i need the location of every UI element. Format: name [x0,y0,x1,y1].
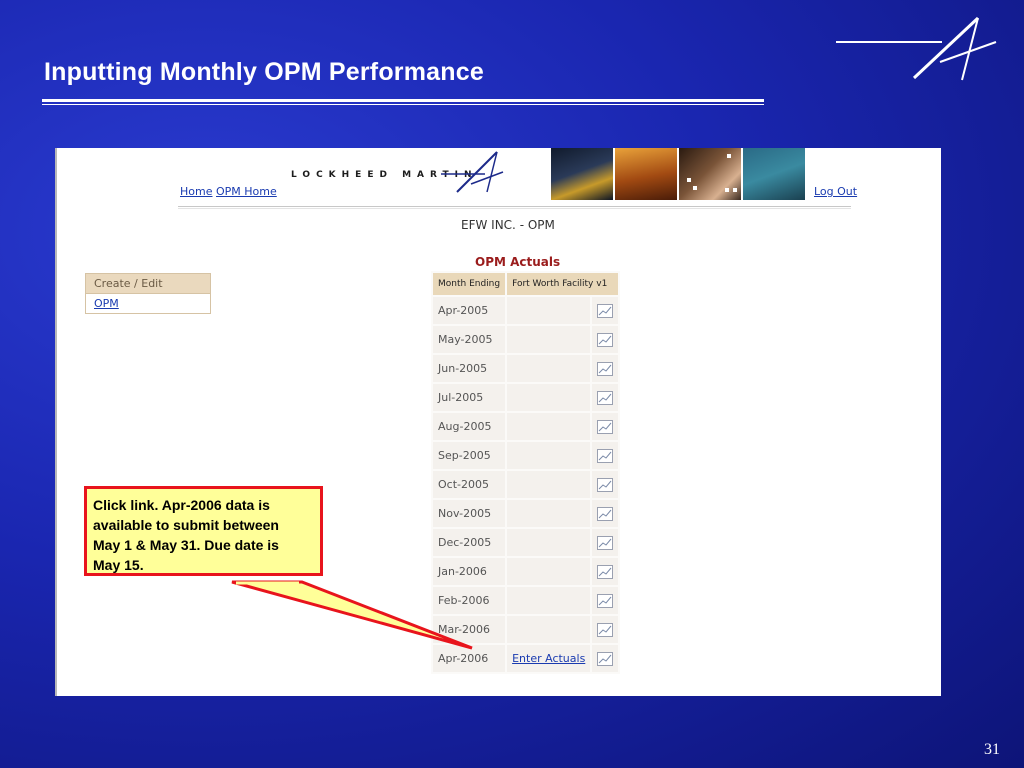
action-cell [507,297,591,324]
chart-icon[interactable] [597,477,614,492]
chart-cell [592,297,619,324]
month-cell: Aug-2005 [433,413,506,440]
chart-icon[interactable] [597,535,614,550]
table-row: Dec-2005 [433,529,619,556]
lockheed-star-icon [441,151,504,193]
table-row: Oct-2005 [433,471,619,498]
opm-actuals-table: Month Ending Fort Worth Facility v1 Apr-… [431,271,621,674]
instruction-callout: Click link. Apr-2006 data is available t… [84,486,323,576]
month-cell: Feb-2006 [433,587,506,614]
title-rule [42,99,764,102]
logout-link[interactable]: Log Out [814,185,857,198]
chart-cell [592,326,619,353]
chart-icon[interactable] [597,448,614,463]
chart-cell [592,500,619,527]
chart-cell [592,558,619,585]
opm-home-link[interactable]: OPM Home [216,185,277,198]
chart-icon[interactable] [597,390,614,405]
chart-icon[interactable] [597,506,614,521]
slide-number: 31 [984,741,1000,758]
chart-cell [592,471,619,498]
table-header-row: Month Ending Fort Worth Facility v1 [433,273,619,295]
table-row: Sep-2005 [433,442,619,469]
action-cell [507,384,591,411]
action-cell [507,529,591,556]
chart-cell [592,616,619,643]
chart-cell [592,645,619,672]
action-cell [507,326,591,353]
action-cell [507,587,591,614]
action-cell [507,558,591,585]
lockheed-star-logo-icon [836,16,997,81]
callout-line: May 1 & May 31. Due date is [93,537,279,553]
column-header-month: Month Ending [433,273,506,295]
table-row: Mar-2006 [433,616,619,643]
panel-header: Create / Edit [86,274,210,294]
home-link[interactable]: Home [180,185,212,198]
month-cell: May-2005 [433,326,506,353]
action-cell [507,500,591,527]
month-cell: Mar-2006 [433,616,506,643]
chart-icon[interactable] [597,303,614,318]
month-cell: Jan-2006 [433,558,506,585]
title-rule-thin [42,104,764,105]
chart-cell [592,587,619,614]
table-row: Aug-2005 [433,413,619,440]
action-cell [507,355,591,382]
sidebar-item-opm[interactable]: OPM [86,294,210,313]
column-header-facility: Fort Worth Facility v1 [507,273,619,295]
header-divider [178,206,851,207]
table-row: Jan-2006 [433,558,619,585]
month-cell: Apr-2005 [433,297,506,324]
chart-cell [592,355,619,382]
header-divider-light [178,208,851,209]
month-cell: Sep-2005 [433,442,506,469]
company-title: EFW INC. - OPM [461,218,555,232]
action-cell [507,442,591,469]
section-title: OPM Actuals [475,255,561,269]
header-photo-satellite [551,148,613,200]
header-photo-aircraft [743,148,805,200]
month-cell: Jul-2005 [433,384,506,411]
action-cell [507,616,591,643]
chart-icon[interactable] [597,361,614,376]
table-row: Nov-2005 [433,500,619,527]
action-cell [507,471,591,498]
chart-cell [592,529,619,556]
callout-line: May 15. [93,557,144,573]
month-cell: Jun-2005 [433,355,506,382]
month-cell: Oct-2005 [433,471,506,498]
slide-title: Inputting Monthly OPM Performance [44,58,484,86]
chart-icon[interactable] [597,651,614,666]
month-cell: Dec-2005 [433,529,506,556]
table-row: Apr-2005 [433,297,619,324]
chart-icon[interactable] [597,622,614,637]
table-row: Feb-2006 [433,587,619,614]
header-photo-ship [615,148,677,200]
table-row: May-2005 [433,326,619,353]
chart-cell [592,413,619,440]
app-screenshot: LOCKHEED MARTIN Home OPM Home Log Out EF… [55,148,941,696]
chart-cell [592,442,619,469]
header-photo-person [679,148,741,200]
chart-icon[interactable] [597,593,614,608]
action-cell [507,413,591,440]
month-cell: Nov-2005 [433,500,506,527]
action-cell: Enter Actuals [507,645,591,672]
chart-icon[interactable] [597,332,614,347]
callout-line: available to submit between [93,517,279,533]
chart-icon[interactable] [597,419,614,434]
chart-cell [592,384,619,411]
chart-icon[interactable] [597,564,614,579]
table-row: Apr-2006 Enter Actuals [433,645,619,672]
callout-line: Click link. Apr-2006 data is [93,497,270,513]
month-cell: Apr-2006 [433,645,506,672]
create-edit-panel: Create / Edit OPM [85,273,211,314]
enter-actuals-link[interactable]: Enter Actuals [512,652,585,665]
table-row: Jun-2005 [433,355,619,382]
table-row: Jul-2005 [433,384,619,411]
